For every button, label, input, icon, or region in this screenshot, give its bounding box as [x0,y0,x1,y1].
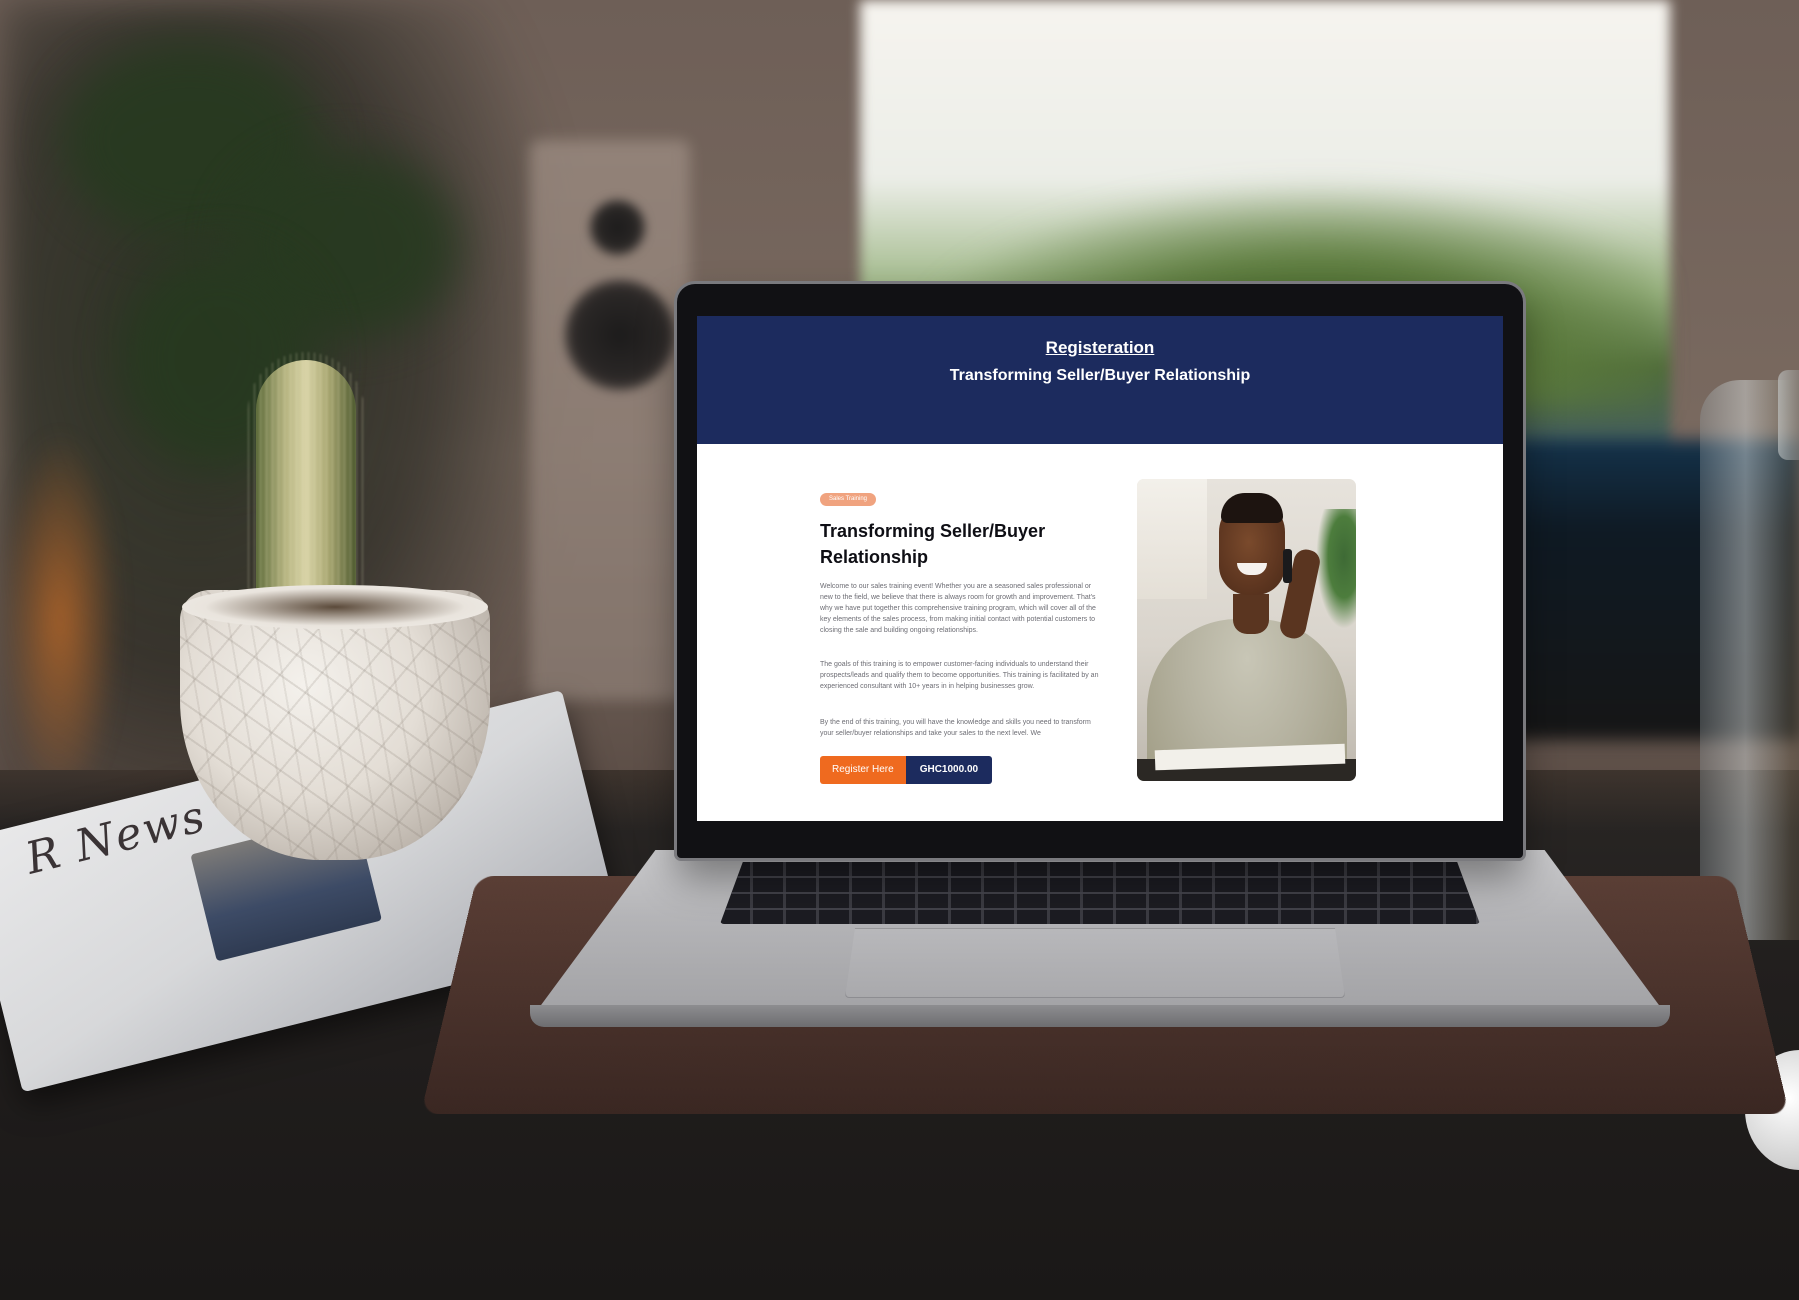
person-neck [1233,594,1269,634]
person-hair [1221,493,1283,523]
course-photo [1137,479,1356,781]
photo-window [1137,479,1207,599]
lamp-glow [0,430,120,810]
site-header: Registeration Transforming Seller/Buyer … [697,316,1503,444]
speaker-woofer [565,280,675,390]
price-badge: GHC1000.00 [905,756,993,784]
page-subtitle: Transforming Seller/Buyer Relationship [949,367,1251,384]
pot-rim [182,585,488,629]
laptop-screen: Registeration Transforming Seller/Buyer … [697,316,1503,821]
bottle-neck [1778,370,1799,460]
speaker-tweeter [590,200,645,255]
glass-bottle [1700,380,1799,940]
course-outcome-paragraph: By the end of this training, you will ha… [820,719,1091,737]
course-section: Sales Training Transforming Seller/Buyer… [697,444,1503,821]
phone-icon [1283,549,1292,583]
laptop-base-edge [530,1005,1670,1027]
register-button[interactable]: Register Here [820,756,906,784]
course-goals-paragraph: The goals of this training is to empower… [820,661,1099,690]
course-title: Transforming Seller/Buyer Relationship [820,521,1046,567]
photo-plant [1316,509,1356,629]
category-badge: Sales Training [820,493,877,506]
register-cta: Register Here GHC1000.00 [820,756,993,784]
keyboard [720,862,1480,924]
page-title[interactable]: Registeration [697,338,1503,358]
photo-backdrop: R News Registeration Transforming Seller… [0,0,1799,1300]
trackpad [845,928,1345,998]
course-intro-paragraph: Welcome to our sales training event! Whe… [820,583,1096,634]
